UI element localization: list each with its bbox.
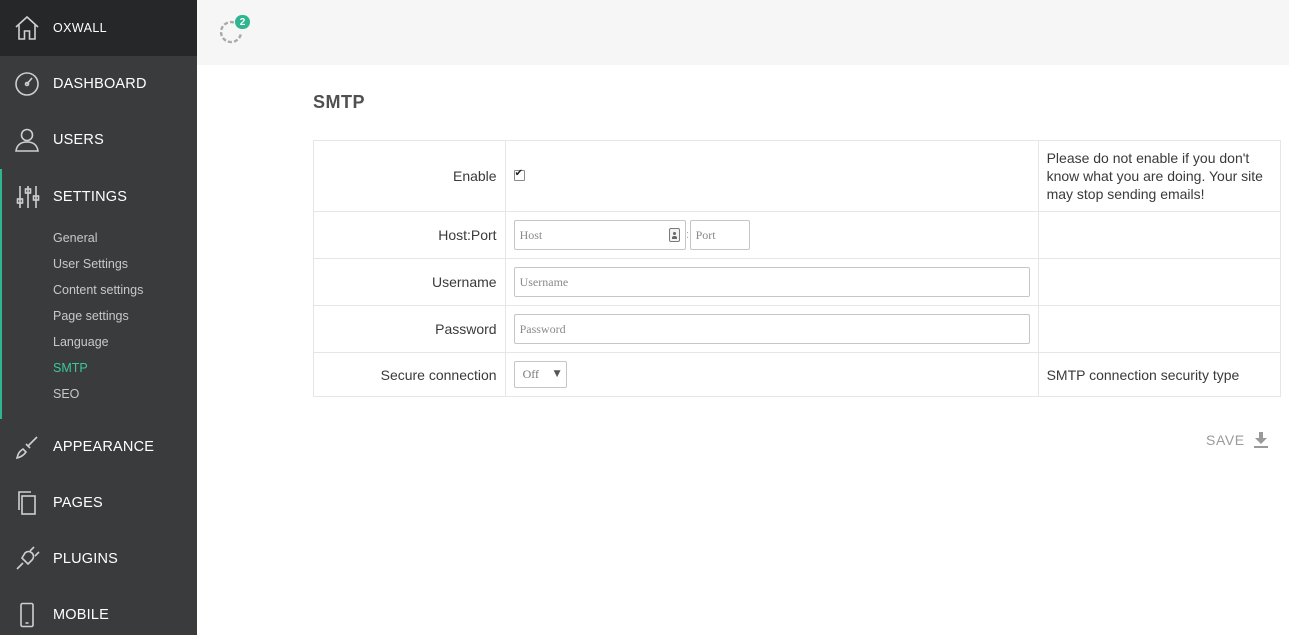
secure-connection-cell: Off ▼ (504, 352, 1039, 397)
sidebar-item-mobile[interactable]: MOBILE (0, 587, 197, 635)
home-icon (0, 0, 53, 61)
pages-icon (0, 475, 53, 531)
secure-connection-description: SMTP connection security type (1037, 352, 1282, 397)
username-cell: Username (504, 258, 1039, 306)
enable-description: Please do not enable if you don't know w… (1037, 140, 1282, 212)
subnav-smtp[interactable]: SMTP (2, 355, 197, 381)
sidebar-item-label: USERS (53, 132, 104, 148)
subnav-user-settings[interactable]: User Settings (2, 251, 197, 277)
smtp-form-table: Enable Please do not enable if you don't… (313, 140, 1282, 397)
user-icon (0, 112, 53, 168)
sidebar-item-pages[interactable]: PAGES (0, 475, 197, 531)
gauge-icon (0, 56, 53, 112)
enable-cell (504, 140, 1039, 212)
password-cell: Password (504, 305, 1039, 353)
username-label: Username (313, 258, 506, 306)
sidebar-item-plugins[interactable]: PLUGINS (0, 531, 197, 587)
table-row: Username Username (313, 258, 1282, 306)
username-description (1037, 258, 1282, 306)
sync-badge: 2 (234, 14, 251, 30)
sidebar: OXWALL DASHBOARD USERS SETTINGS General … (0, 0, 197, 635)
secure-connection-label: Secure connection (313, 352, 506, 397)
subnav-content-settings[interactable]: Content settings (2, 277, 197, 303)
sidebar-item-label: APPEARANCE (53, 439, 155, 455)
subnav-general[interactable]: General (2, 225, 197, 251)
sync-button[interactable]: 2 (217, 14, 251, 46)
save-button[interactable]: SAVE (1206, 432, 1268, 448)
settings-subnav: General User Settings Content settings P… (2, 225, 197, 407)
host-placeholder: Host (519, 227, 543, 242)
brush-icon (0, 419, 53, 475)
brand-link[interactable]: OXWALL (0, 0, 197, 56)
table-row: Host:Port Host : Port (313, 211, 1282, 259)
table-row: Password Password (313, 305, 1282, 353)
secure-connection-select[interactable]: Off ▼ (513, 361, 567, 388)
save-label: SAVE (1206, 432, 1245, 448)
mobile-icon (0, 587, 53, 635)
subnav-seo[interactable]: SEO (2, 381, 197, 407)
port-placeholder: Port (695, 227, 716, 242)
subnav-language[interactable]: Language (2, 329, 197, 355)
sidebar-item-label: PAGES (53, 495, 103, 511)
enable-checkbox[interactable] (513, 168, 525, 181)
settings-group: SETTINGS General User Settings Content s… (0, 169, 197, 419)
host-port-label: Host:Port (313, 211, 506, 259)
subnav-page-settings[interactable]: Page settings (2, 303, 197, 329)
username-placeholder: Username (519, 274, 569, 289)
sliders-icon (2, 169, 53, 225)
username-input[interactable]: Username (513, 267, 1030, 297)
sidebar-item-label: PLUGINS (53, 551, 119, 567)
sidebar-item-label: DASHBOARD (53, 76, 147, 92)
host-input[interactable]: Host (513, 220, 686, 250)
sidebar-item-label: MOBILE (53, 607, 109, 623)
page-title: SMTP (313, 92, 366, 112)
brand-label: OXWALL (53, 21, 108, 35)
secure-connection-value: Off (522, 367, 540, 381)
download-icon (1253, 432, 1268, 448)
table-row: Enable Please do not enable if you don't… (313, 140, 1282, 212)
password-description (1037, 305, 1282, 353)
password-placeholder: Password (519, 321, 566, 336)
topbar: 2 (197, 0, 1289, 65)
password-label: Password (313, 305, 506, 353)
port-input[interactable]: Port (689, 220, 750, 250)
sidebar-item-settings[interactable]: SETTINGS (2, 169, 197, 225)
host-port-description (1037, 211, 1282, 259)
sidebar-item-label: SETTINGS (53, 189, 128, 205)
table-row: Secure connection Off ▼ SMTP connection … (313, 352, 1282, 397)
password-input[interactable]: Password (513, 314, 1030, 344)
sidebar-item-users[interactable]: USERS (0, 112, 197, 168)
plug-icon (0, 531, 53, 587)
host-port-separator: : (686, 229, 690, 241)
autofill-contact-icon[interactable] (668, 228, 680, 242)
host-port-cell: Host : Port (504, 211, 1039, 259)
sidebar-item-dashboard[interactable]: DASHBOARD (0, 56, 197, 112)
enable-label: Enable (313, 140, 506, 212)
sidebar-item-appearance[interactable]: APPEARANCE (0, 419, 197, 475)
chevron-down-icon: ▼ (553, 369, 561, 379)
